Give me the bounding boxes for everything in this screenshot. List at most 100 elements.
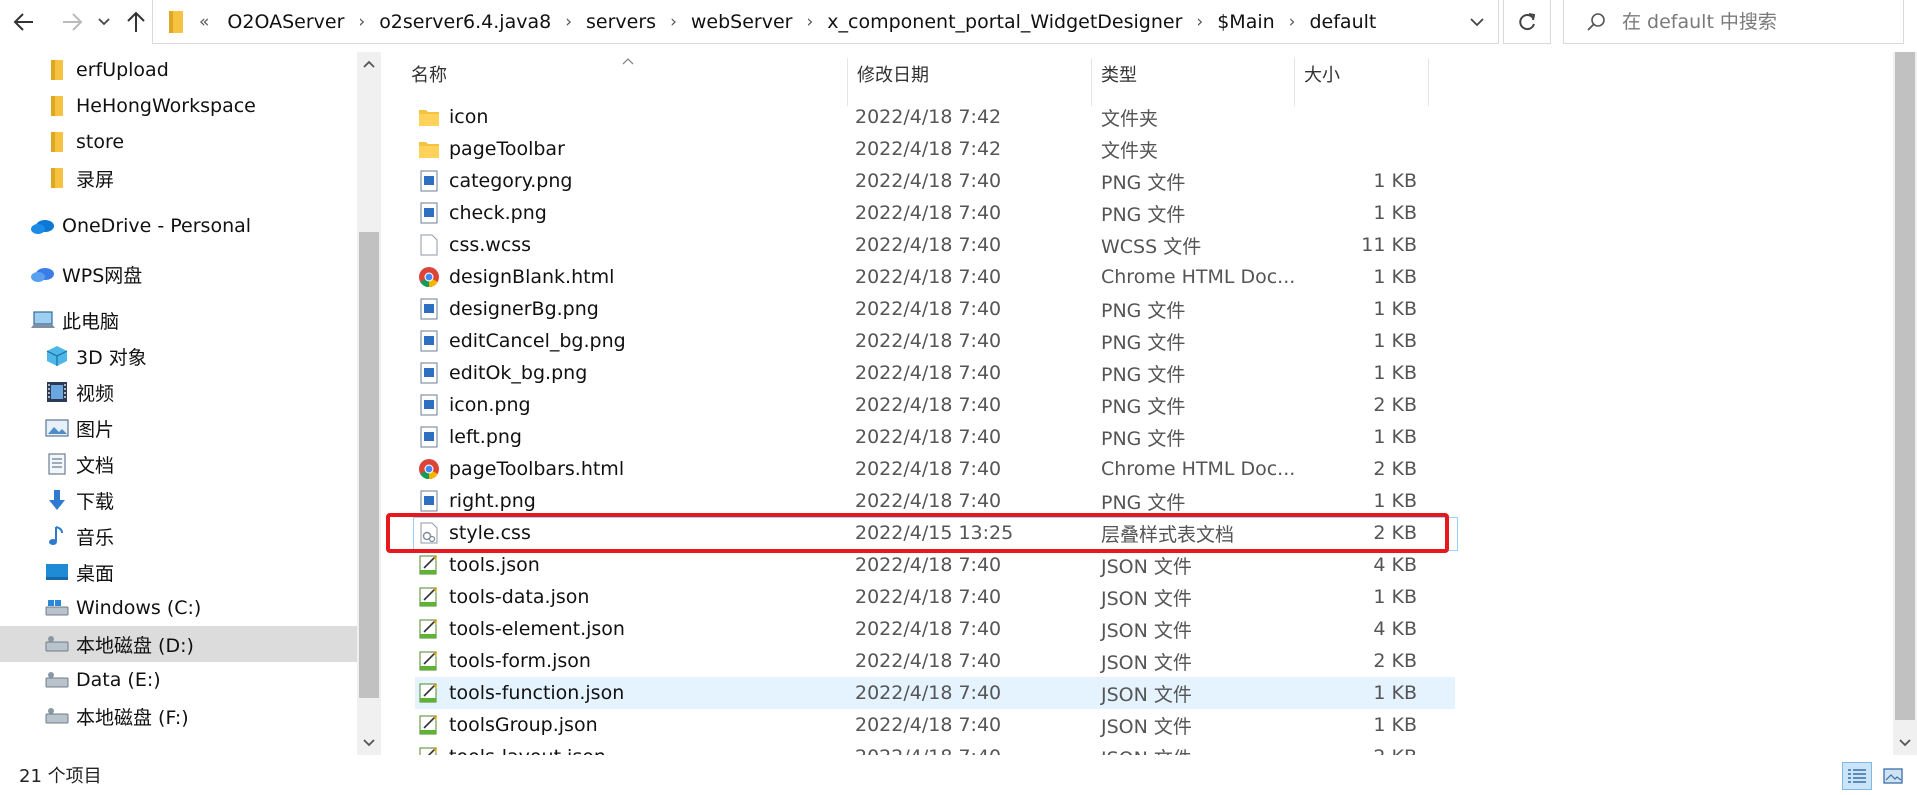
sidebar-scrollbar[interactable] <box>357 52 381 755</box>
column-header-type[interactable]: 类型 <box>1093 54 1293 94</box>
column-divider[interactable] <box>1091 58 1092 106</box>
file-row[interactable]: designBlank.html 2022/4/18 7:40 Chrome H… <box>415 261 1455 293</box>
sidebar-item-3d-objects[interactable]: 3D 对象 <box>0 338 357 374</box>
sidebar-item-drive-d[interactable]: 本地磁盘 (D:) <box>0 626 357 662</box>
large-icons-view-button[interactable] <box>1878 762 1908 790</box>
search-box[interactable] <box>1563 0 1904 44</box>
sidebar-item-hehongworkspace[interactable]: HeHongWorkspace <box>0 88 357 124</box>
scrollbar-thumb[interactable] <box>359 232 379 698</box>
breadcrumb-separator[interactable]: › <box>1279 12 1306 32</box>
breadcrumb-item[interactable]: x_component_portal_WidgetDesigner <box>823 11 1186 33</box>
file-row-hovered[interactable]: tools-function.json 2022/4/18 7:40 JSON … <box>415 677 1455 709</box>
column-divider[interactable] <box>1294 58 1295 106</box>
chrome-icon <box>415 264 443 290</box>
file-size: 1 KB <box>1373 714 1417 736</box>
file-row[interactable]: designerBg.png 2022/4/18 7:40 PNG 文件 1 K… <box>415 293 1455 325</box>
sidebar-item-drive-c[interactable]: Windows (C:) <box>0 590 357 626</box>
column-divider[interactable] <box>1428 58 1429 106</box>
drive-icon <box>44 668 70 692</box>
sidebar-item-pictures[interactable]: 图片 <box>0 410 357 446</box>
file-type: JSON 文件 <box>1101 683 1192 706</box>
file-row[interactable]: toolsGroup.json 2022/4/18 7:40 JSON 文件 1… <box>415 709 1455 741</box>
sidebar-item-downloads[interactable]: 下载 <box>0 482 357 518</box>
scroll-up-icon[interactable] <box>357 52 381 76</box>
breadcrumb-item[interactable]: O2OAServer <box>223 11 348 33</box>
refresh-icon <box>1519 12 1536 30</box>
sidebar-item-label: 桌面 <box>76 562 115 585</box>
video-icon <box>44 380 70 404</box>
breadcrumb-separator[interactable]: › <box>796 12 823 32</box>
file-row-style-css[interactable]: style.css 2022/4/15 13:25 层叠样式表文档 2 KB <box>413 517 1458 551</box>
file-type: JSON 文件 <box>1101 587 1192 610</box>
file-size: 2 KB <box>1373 458 1417 480</box>
sidebar-item-drive-e[interactable]: Data (E:) <box>0 662 357 698</box>
file-row[interactable]: editCancel_bg.png 2022/4/18 7:40 PNG 文件 … <box>415 325 1455 357</box>
recent-locations-button[interactable] <box>92 6 116 38</box>
file-date: 2022/4/18 7:40 <box>855 426 1002 448</box>
file-date: 2022/4/18 7:42 <box>855 138 1002 160</box>
column-header-name[interactable]: 名称 <box>403 54 843 94</box>
sidebar-item-store[interactable]: store <box>0 124 357 160</box>
breadcrumb-separator[interactable]: › <box>1186 12 1213 32</box>
sidebar-item-onedrive[interactable]: OneDrive - Personal <box>0 208 357 244</box>
breadcrumb-overflow[interactable]: « <box>199 12 223 32</box>
file-row[interactable]: right.png 2022/4/18 7:40 PNG 文件 1 KB <box>415 485 1455 517</box>
column-divider[interactable] <box>847 58 848 106</box>
sidebar-item-screen-recording[interactable]: 录屏 <box>0 160 357 196</box>
file-row[interactable]: editOk_bg.png 2022/4/18 7:40 PNG 文件 1 KB <box>415 357 1455 389</box>
sidebar-item-label: 3D 对象 <box>76 346 147 369</box>
breadcrumb-item[interactable]: $Main <box>1213 11 1278 33</box>
file-row[interactable]: left.png 2022/4/18 7:40 PNG 文件 1 KB <box>415 421 1455 453</box>
details-view-icon <box>1848 769 1866 783</box>
address-bar[interactable]: « O2OAServer › o2server6.4.java8 › serve… <box>152 0 1499 44</box>
file-row[interactable]: tools-element.json 2022/4/18 7:40 JSON 文… <box>415 613 1455 645</box>
file-list-scrollbar[interactable] <box>1893 52 1917 755</box>
details-view-button[interactable] <box>1842 762 1872 790</box>
refresh-button[interactable] <box>1503 0 1551 44</box>
sidebar-item-videos[interactable]: 视频 <box>0 374 357 410</box>
sidebar-item-desktop[interactable]: 桌面 <box>0 554 357 590</box>
sidebar-item-this-pc[interactable]: 此电脑 <box>0 302 357 338</box>
search-input[interactable] <box>1622 10 1882 33</box>
sidebar-item-music[interactable]: 音乐 <box>0 518 357 554</box>
breadcrumb-separator[interactable]: › <box>660 12 687 32</box>
breadcrumb-item[interactable]: webServer <box>687 11 797 33</box>
back-button[interactable] <box>8 6 40 38</box>
breadcrumb-item[interactable]: default <box>1305 11 1380 33</box>
file-row[interactable]: pageToolbar 2022/4/18 7:42 文件夹 <box>415 133 1455 165</box>
file-row[interactable]: icon 2022/4/18 7:42 文件夹 <box>415 101 1455 133</box>
json-file-icon <box>415 584 443 610</box>
png-file-icon <box>415 296 443 322</box>
sidebar-item-erfupload[interactable]: erfUpload <box>0 52 357 88</box>
file-row[interactable]: tools-layout.json 2022/4/18 7:40 JSON 文件… <box>415 741 1455 755</box>
breadcrumb-item[interactable]: o2server6.4.java8 <box>375 11 555 33</box>
folder-icon <box>415 136 443 162</box>
file-row[interactable]: check.png 2022/4/18 7:40 PNG 文件 1 KB <box>415 197 1455 229</box>
breadcrumb-separator[interactable]: › <box>348 12 375 32</box>
scrollbar-thumb[interactable] <box>1895 52 1915 720</box>
sidebar-item-label: HeHongWorkspace <box>76 95 256 117</box>
up-button[interactable] <box>120 6 152 38</box>
forward-button[interactable] <box>56 6 88 38</box>
column-header-date[interactable]: 修改日期 <box>849 54 1089 94</box>
file-row[interactable]: category.png 2022/4/18 7:40 PNG 文件 1 KB <box>415 165 1455 197</box>
file-type: JSON 文件 <box>1101 619 1192 642</box>
css-file-icon <box>415 520 443 546</box>
breadcrumb-item[interactable]: servers <box>582 11 660 33</box>
file-row[interactable]: tools-form.json 2022/4/18 7:40 JSON 文件 2… <box>415 645 1455 677</box>
scroll-down-icon[interactable] <box>357 731 381 755</box>
sidebar-item-wps-cloud[interactable]: WPS网盘 <box>0 256 357 292</box>
address-history-button[interactable] <box>1456 0 1498 43</box>
file-row[interactable]: css.wcss 2022/4/18 7:40 WCSS 文件 11 KB <box>415 229 1455 261</box>
file-date: 2022/4/18 7:40 <box>855 554 1002 576</box>
sidebar-item-documents[interactable]: 文档 <box>0 446 357 482</box>
file-row[interactable]: tools-data.json 2022/4/18 7:40 JSON 文件 1… <box>415 581 1455 613</box>
column-header-size[interactable]: 大小 <box>1296 54 1426 94</box>
sidebar-item-drive-f[interactable]: 本地磁盘 (F:) <box>0 698 357 734</box>
breadcrumb-separator[interactable]: › <box>555 12 582 32</box>
scroll-down-icon[interactable] <box>1893 731 1917 755</box>
file-row[interactable]: tools.json 2022/4/18 7:40 JSON 文件 4 KB <box>415 549 1455 581</box>
file-row[interactable]: icon.png 2022/4/18 7:40 PNG 文件 2 KB <box>415 389 1455 421</box>
file-row[interactable]: pageToolbars.html 2022/4/18 7:40 Chrome … <box>415 453 1455 485</box>
address-toolbar: « O2OAServer › o2server6.4.java8 › serve… <box>0 0 1917 44</box>
